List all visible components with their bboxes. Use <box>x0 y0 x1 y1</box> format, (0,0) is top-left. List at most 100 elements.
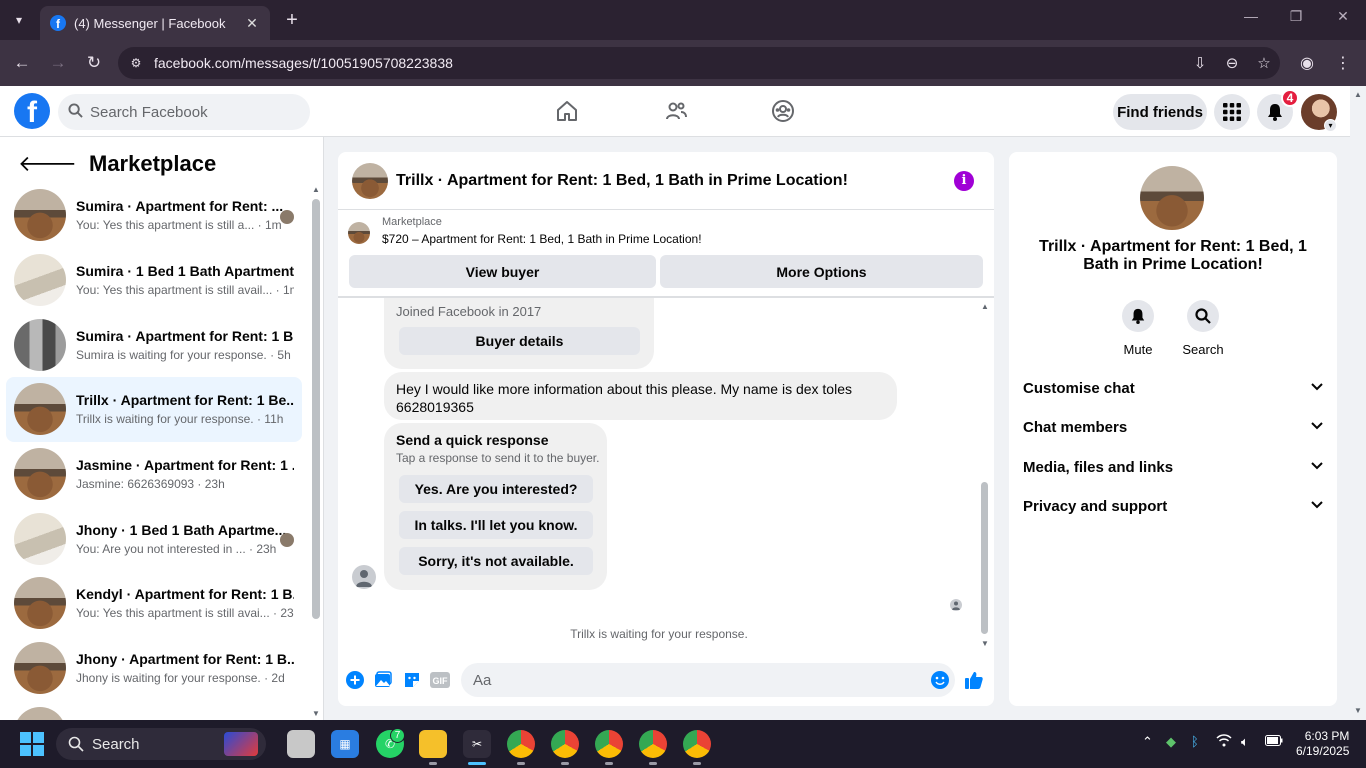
search-action[interactable]: Search <box>1173 300 1233 357</box>
seen-by-avatar <box>280 210 294 224</box>
info-icon[interactable]: i <box>954 170 974 191</box>
page-scrollbar[interactable]: ▲ ▼ <box>1350 86 1366 720</box>
snipping-tool-icon[interactable]: ✂ <box>463 730 491 758</box>
microsoft-store-icon[interactable]: ▦ <box>331 730 359 758</box>
conversation-item[interactable]: Corey · Apartment for Rent: 1 Be... <box>6 701 302 720</box>
search-label: Search <box>1182 342 1224 357</box>
conversation-item[interactable]: Sumira · Apartment for Rent: ... You: Yes… <box>6 183 302 248</box>
conversation-item[interactable]: Kendyl · Apartment for Rent: 1 B... You: … <box>6 571 302 636</box>
more-actions-plus-icon[interactable] <box>345 670 365 690</box>
conversation-name: Sumira · Apartment for Rent: ... <box>76 198 284 215</box>
search-input[interactable] <box>90 103 290 121</box>
sticker-icon[interactable] <box>402 670 422 690</box>
details-listing-photo[interactable] <box>1140 166 1204 230</box>
browser-menu-icon[interactable]: ⋮ <box>1331 51 1355 75</box>
conversation-item[interactable]: Sumira · Apartment for Rent: 1 B... Sumir… <box>6 312 302 377</box>
facebook-search[interactable] <box>58 94 310 130</box>
site-settings-icon[interactable]: ⚙ <box>118 56 154 70</box>
chat-members-section[interactable]: Chat members <box>1023 415 1323 439</box>
browser-tab[interactable]: f (4) Messenger | Facebook ✕ <box>40 6 270 40</box>
media-files-links-section[interactable]: Media, files and links <box>1023 455 1323 479</box>
groups-icon[interactable] <box>768 96 798 126</box>
view-buyer-button[interactable]: View buyer <box>349 255 656 288</box>
task-view-icon[interactable] <box>287 730 315 758</box>
mute-bell-icon[interactable] <box>1122 300 1154 332</box>
mute-action[interactable]: Mute <box>1108 300 1168 357</box>
zoom-icon[interactable]: ⊖ <box>1216 54 1248 72</box>
new-tab-button[interactable]: + <box>280 8 304 32</box>
address-bar[interactable]: ⚙ facebook.com/messages/t/10051905708223… <box>118 47 1280 79</box>
chrome-profile-icon[interactable] <box>551 730 579 758</box>
system-clock[interactable]: 6:03 PM 6/19/2025 <box>1296 729 1349 759</box>
message-input-field[interactable] <box>461 663 955 697</box>
chrome-profile-icon[interactable] <box>639 730 667 758</box>
buyer-details-button[interactable]: Buyer details <box>399 327 640 355</box>
scroll-down-icon[interactable]: ▼ <box>312 709 320 718</box>
profile-icon[interactable]: ◉ <box>1295 51 1319 75</box>
photo-gallery-icon[interactable] <box>373 670 393 690</box>
scroll-up-icon[interactable]: ▲ <box>312 185 320 194</box>
install-app-icon[interactable]: ⇩ <box>1184 54 1216 72</box>
conversation-name: Sumira · 1 Bed 1 Bath Apartment... <box>76 263 294 280</box>
buyer-avatar-icon[interactable] <box>352 565 376 589</box>
find-friends-button[interactable]: Find friends <box>1113 94 1207 130</box>
chat-title[interactable]: Trillx · Apartment for Rent: 1 Bed, 1 Ba… <box>396 172 954 190</box>
menu-grid-icon[interactable] <box>1214 94 1250 130</box>
listing-summary[interactable]: Marketplace $720 – Apartment for Rent: 1… <box>348 216 702 246</box>
tray-app-icon[interactable]: ◆ <box>1166 734 1176 750</box>
close-window-button[interactable]: ✕ <box>1328 8 1358 25</box>
chrome-icon[interactable] <box>507 730 535 758</box>
search-conversation-icon[interactable] <box>1187 300 1219 332</box>
friends-icon[interactable] <box>661 96 691 126</box>
minimize-window-button[interactable]: — <box>1236 8 1266 24</box>
message-input[interactable] <box>473 671 903 689</box>
tab-search-button[interactable]: ▾ <box>6 8 32 32</box>
back-arrow-icon[interactable]: 🡐 <box>18 151 77 177</box>
privacy-support-section[interactable]: Privacy and support <box>1023 494 1323 518</box>
quick-response-yes-button[interactable]: Yes. Are you interested? <box>399 475 593 503</box>
start-windows-icon[interactable] <box>20 732 44 756</box>
chat-scroll-up-icon[interactable]: ▲ <box>981 302 989 311</box>
bookmark-star-icon[interactable]: ☆ <box>1248 54 1280 72</box>
conversation-item[interactable]: Jasmine · Apartment for Rent: 1 ... Jasmi… <box>6 442 302 507</box>
bluetooth-icon[interactable]: ᛒ <box>1191 734 1199 749</box>
back-button[interactable]: ← <box>10 51 34 75</box>
volume-icon[interactable]: 🔈︎ <box>1241 734 1249 750</box>
reload-button[interactable]: ↻ <box>82 51 106 75</box>
quick-response-in-talks-button[interactable]: In talks. I'll let you know. <box>399 511 593 539</box>
maximize-window-button[interactable]: ❐ <box>1281 8 1311 25</box>
home-icon[interactable] <box>552 96 582 126</box>
page-scroll-up-icon[interactable]: ▲ <box>1354 90 1362 99</box>
more-options-button[interactable]: More Options <box>660 255 983 288</box>
running-indicator <box>429 762 437 765</box>
conversation-item[interactable]: Jhony · Apartment for Rent: 1 B... Jhony … <box>6 636 302 701</box>
battery-icon[interactable] <box>1265 734 1283 749</box>
chrome-profile-icon[interactable] <box>683 730 711 758</box>
taskbar-search[interactable]: Search <box>56 728 266 760</box>
quick-response-sorry-button[interactable]: Sorry, it's not available. <box>399 547 593 575</box>
sidebar-scrollbar[interactable] <box>312 199 320 619</box>
chat-listing-thumbnail[interactable] <box>352 162 388 199</box>
conversation-item[interactable]: Sumira · 1 Bed 1 Bath Apartment... You: Y… <box>6 248 302 313</box>
conversation-preview: Sumira is waiting for your response. · 5… <box>76 347 291 362</box>
running-indicator <box>649 762 657 765</box>
chat-scroll-down-icon[interactable]: ▼ <box>981 639 989 648</box>
facebook-logo-icon[interactable]: f <box>14 93 50 129</box>
conversation-name: Sumira · Apartment for Rent: 1 B... <box>76 327 294 344</box>
conversation-item[interactable]: Jhony · 1 Bed 1 Bath Apartme... You: Are … <box>6 506 302 571</box>
file-explorer-icon[interactable] <box>419 730 447 758</box>
account-chevron-down-icon[interactable]: ▾ <box>1324 119 1337 132</box>
forward-button[interactable]: → <box>46 51 70 75</box>
gif-icon[interactable]: GIF <box>430 670 450 690</box>
page-scroll-down-icon[interactable]: ▼ <box>1354 706 1362 715</box>
close-tab-icon[interactable]: ✕ <box>244 15 260 32</box>
conversation-item[interactable]: Trillx · Apartment for Rent: 1 Be... Tril… <box>6 377 302 442</box>
chrome-profile-icon[interactable] <box>595 730 623 758</box>
buyer-message-bubble: Hey I would like more information about … <box>384 372 897 420</box>
show-hidden-icons-chevron-up-icon[interactable]: ⌃ <box>1142 734 1153 750</box>
wifi-icon[interactable] <box>1216 734 1232 750</box>
customise-chat-section[interactable]: Customise chat <box>1023 376 1323 400</box>
like-thumbs-up-icon[interactable] <box>964 670 984 690</box>
emoji-icon[interactable] <box>931 671 949 694</box>
chat-scrollbar[interactable] <box>981 482 988 634</box>
